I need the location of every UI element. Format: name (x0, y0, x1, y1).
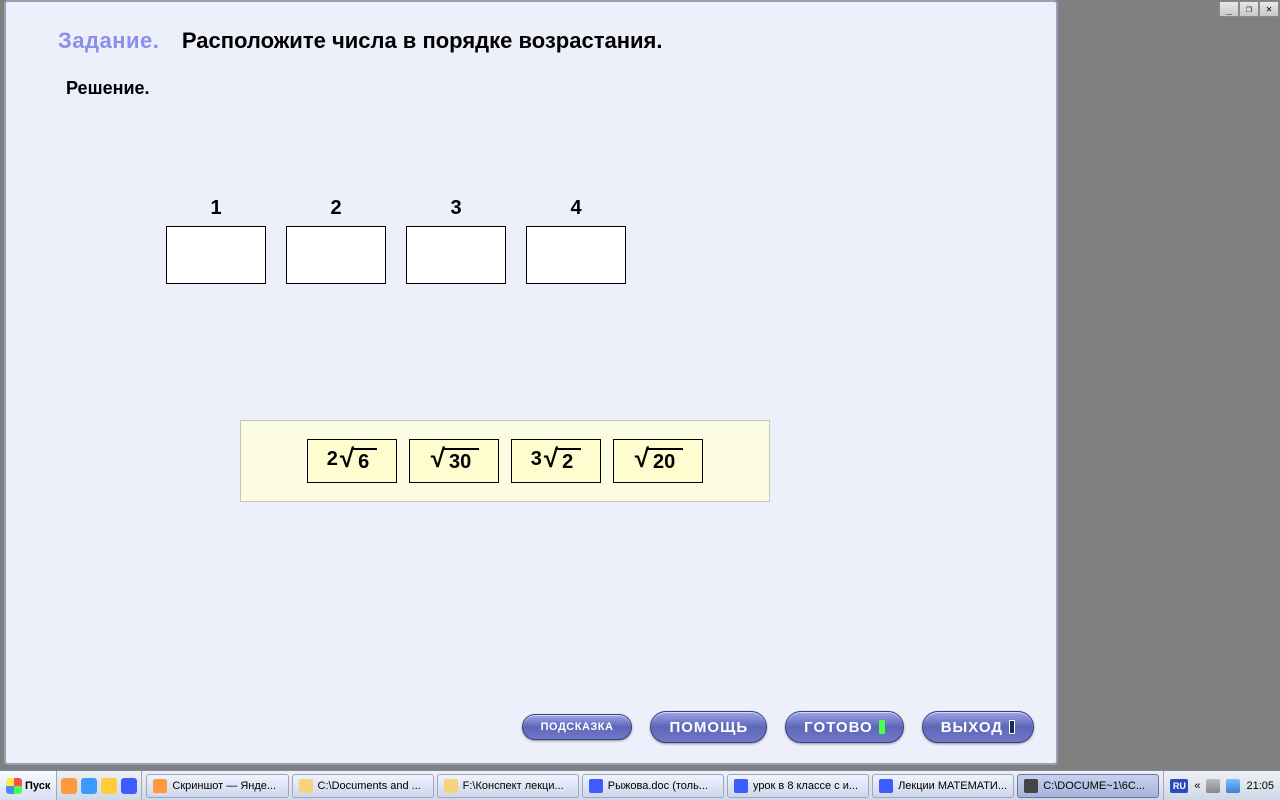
slot-number: 2 (286, 197, 386, 220)
radicand: 6 (352, 448, 377, 474)
taskbar-item-label: Лекции МАТЕМАТИ... (898, 780, 1007, 792)
firefox-icon[interactable] (61, 778, 77, 794)
task-text: Расположите числа в порядке возрастания. (182, 28, 663, 53)
windows-icon (6, 778, 22, 794)
tile-sqrt30[interactable]: √ 30 (409, 439, 499, 483)
slot-number: 3 (406, 197, 506, 220)
coefficient: 3 (531, 448, 544, 471)
network-icon[interactable] (1226, 779, 1240, 793)
taskbar-item[interactable]: Лекции МАТЕМАТИ... (872, 774, 1014, 798)
clock[interactable]: 21:05 (1246, 780, 1274, 792)
check-icon (879, 720, 885, 734)
folder-icon (444, 779, 458, 793)
tray-chevron[interactable]: « (1194, 780, 1200, 792)
taskbar-item[interactable]: C:\DOCUME~1\6C... (1017, 774, 1159, 798)
slot-3: 3 (406, 197, 506, 284)
task-label: Задание. (58, 28, 159, 53)
exit-label: ВЫХОД (941, 719, 1003, 736)
restore-button[interactable]: ❐ (1239, 1, 1259, 17)
button-bar: ПОДСКАЗКА ПОМОЩЬ ГОТОВО ВЫХОД (522, 711, 1034, 743)
solution-label: Решение. (66, 78, 1016, 99)
quick-launch (57, 771, 142, 800)
taskbar-item[interactable]: урок в 8 классе с и... (727, 774, 869, 798)
drop-target[interactable] (286, 226, 386, 284)
taskbar-item[interactable]: F:\Конспект лекци... (437, 774, 579, 798)
help-button[interactable]: ПОМОЩЬ (650, 711, 767, 743)
door-icon (1009, 720, 1015, 734)
taskbar-item-label: урок в 8 классе с и... (753, 780, 858, 792)
radicand: 30 (443, 448, 479, 474)
tile-tray: 2 √ 6 √ 30 3 √ 2 (240, 420, 770, 502)
start-label: Пуск (25, 780, 50, 792)
taskbar-item[interactable]: Рыжова.doc (толь... (582, 774, 724, 798)
taskbar-items: Скриншот — Янде... C:\Documents and ... … (142, 771, 1163, 800)
close-button[interactable]: ✕ (1259, 1, 1279, 17)
radicand: 2 (556, 448, 581, 474)
word-icon (879, 779, 893, 793)
done-label: ГОТОВО (804, 719, 873, 736)
header: Задание. Расположите числа в порядке воз… (6, 2, 1056, 107)
start-button[interactable]: Пуск (0, 771, 57, 800)
slot-2: 2 (286, 197, 386, 284)
drop-slots: 1 2 3 4 (166, 197, 1056, 284)
taskbar: Пуск Скриншот — Янде... C:\Documents and… (0, 770, 1280, 800)
desktop: _ ❐ ✕ Задание. Расположите числа в поряд… (0, 0, 1280, 800)
taskbar-item-label: F:\Конспект лекци... (463, 780, 564, 792)
ie-icon[interactable] (81, 778, 97, 794)
exercise-window: Задание. Расположите числа в порядке воз… (4, 0, 1058, 765)
slot-1: 1 (166, 197, 266, 284)
firefox-icon (153, 779, 167, 793)
taskbar-item-label: Рыжова.doc (толь... (608, 780, 708, 792)
hint-button[interactable]: ПОДСКАЗКА (522, 714, 633, 740)
word-icon[interactable] (121, 778, 137, 794)
taskbar-item-label: Скриншот — Янде... (172, 780, 276, 792)
folder-icon (299, 779, 313, 793)
radicand: 20 (647, 448, 683, 474)
tile-sqrt20[interactable]: √ 20 (613, 439, 703, 483)
word-icon (734, 779, 748, 793)
exit-button[interactable]: ВЫХОД (922, 711, 1034, 743)
tile-3sqrt2[interactable]: 3 √ 2 (511, 439, 601, 483)
drop-target[interactable] (406, 226, 506, 284)
window-controls: _ ❐ ✕ (1219, 1, 1279, 17)
drop-target[interactable] (526, 226, 626, 284)
language-indicator[interactable]: RU (1170, 779, 1188, 793)
word-icon (589, 779, 603, 793)
slot-number: 1 (166, 197, 266, 220)
taskbar-item[interactable]: C:\Documents and ... (292, 774, 434, 798)
taskbar-item-label: C:\DOCUME~1\6C... (1043, 780, 1145, 792)
slot-number: 4 (526, 197, 626, 220)
coefficient: 2 (327, 448, 340, 471)
done-button[interactable]: ГОТОВО (785, 711, 904, 743)
taskbar-item-label: C:\Documents and ... (318, 780, 421, 792)
minimize-button[interactable]: _ (1219, 1, 1239, 17)
mail-icon[interactable] (101, 778, 117, 794)
volume-icon[interactable] (1206, 779, 1220, 793)
taskbar-item[interactable]: Скриншот — Янде... (146, 774, 288, 798)
tile-2sqrt6[interactable]: 2 √ 6 (307, 439, 397, 483)
slot-4: 4 (526, 197, 626, 284)
app-icon (1024, 779, 1038, 793)
system-tray: RU « 21:05 (1163, 771, 1280, 800)
drop-target[interactable] (166, 226, 266, 284)
